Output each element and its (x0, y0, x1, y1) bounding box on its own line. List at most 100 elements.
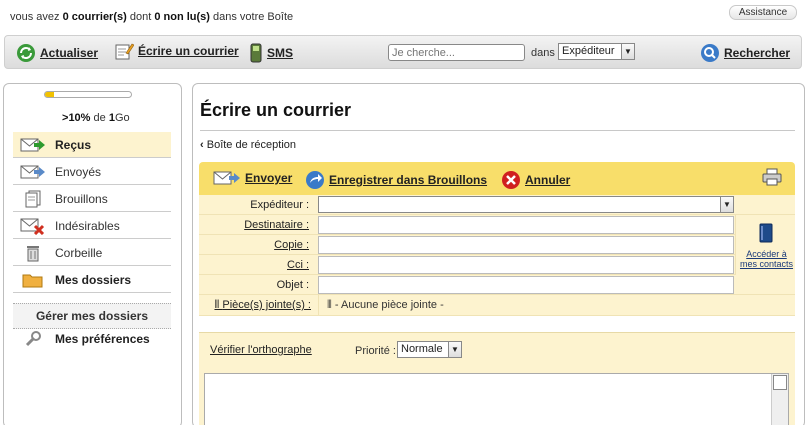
compose-button[interactable]: Écrire un courrier (114, 41, 239, 61)
sidebar-item-spam[interactable]: Indésirables (13, 213, 171, 239)
search-button-label: Rechercher (724, 46, 791, 60)
sidebar-item-inbox[interactable]: Reçus (13, 132, 171, 158)
bcc-row: Cci : (199, 255, 735, 275)
sidebar-item-label: Envoyés (55, 164, 102, 179)
priority-select[interactable]: Normale ▼ (397, 341, 462, 358)
scrollbar-thumb[interactable] (773, 375, 787, 390)
sidebar-item-label: Brouillons (55, 191, 108, 206)
address-book-icon (759, 223, 773, 243)
contacts-panel: Accéder à mes contacts (735, 215, 795, 275)
back-to-inbox-link[interactable]: ‹ Boîte de réception (200, 139, 296, 151)
quota-of: de (93, 112, 106, 124)
quota-unit: Go (114, 112, 130, 124)
trash-icon (27, 245, 39, 261)
search-scope-value: Expéditeur (562, 45, 615, 57)
summary-middle: dont (129, 11, 152, 23)
print-button[interactable] (762, 168, 782, 189)
sidebar-item-label: Indésirables (55, 218, 120, 233)
send-label: Envoyer (245, 171, 293, 185)
bcc-label-link[interactable]: Cci : (199, 259, 317, 271)
search-button[interactable]: Rechercher (700, 43, 790, 63)
back-link-label: Boîte de réception (206, 139, 297, 151)
cc-input[interactable] (318, 236, 734, 254)
compose-panel: Écrire un courrier ‹ Boîte de réception … (192, 83, 805, 425)
main-toolbar: Actualiser Écrire un courrier SMS dans E… (4, 35, 802, 69)
send-icon (213, 171, 240, 185)
sms-button[interactable]: SMS (249, 43, 293, 63)
cancel-icon (502, 171, 520, 189)
sidebar-item-sent[interactable]: Envoyés (13, 159, 171, 185)
attachments-label-link[interactable]: ⦀ Pièce(s) jointe(s) : (199, 299, 317, 312)
cancel-button[interactable]: Annuler (501, 170, 570, 190)
refresh-label: Actualiser (40, 46, 99, 60)
compose-label: Écrire un courrier (138, 44, 239, 58)
attachment-status: ⦀ - Aucune pièce jointe - (327, 299, 444, 311)
bcc-input[interactable] (318, 256, 734, 274)
chevron-down-icon: ▼ (621, 44, 634, 59)
compose-options-bar: Vérifier l'orthographe Priorité : Normal… (199, 332, 795, 365)
sent-icon (20, 165, 45, 178)
unread-count: 0 non lu(s) (154, 11, 210, 23)
from-label: Expéditeur : (250, 199, 309, 211)
subject-row: Objet : (199, 275, 795, 295)
to-input[interactable] (318, 216, 734, 234)
body-scrollbar[interactable] (771, 374, 788, 425)
assistance-button[interactable]: Assistance (729, 5, 797, 20)
folder-icon (22, 274, 43, 287)
quota-bar (44, 91, 132, 98)
sidebar-item-label: Mes préférences (55, 332, 150, 346)
refresh-icon (17, 44, 35, 62)
send-button[interactable]: Envoyer (213, 170, 292, 186)
attachments-row: ⦀ Pièce(s) jointe(s) : ⦀ - Aucune pièce … (199, 295, 795, 316)
sidebar: >10% de 1Go Reçus Envoyés Brouillons Ind… (3, 83, 182, 425)
cancel-label: Annuler (525, 173, 571, 187)
sms-label: SMS (267, 46, 294, 60)
search-input[interactable] (388, 44, 525, 61)
from-row: Expéditeur : ▼ (199, 195, 795, 215)
message-body-area (199, 365, 795, 425)
title-divider (200, 130, 795, 131)
page-title: Écrire un courrier (200, 100, 352, 120)
sidebar-item-label: Mes dossiers (55, 272, 132, 287)
sidebar-item-drafts[interactable]: Brouillons (13, 186, 171, 212)
from-select[interactable]: ▼ (318, 196, 734, 213)
sidebar-item-label: Corbeille (55, 245, 103, 260)
spam-icon (20, 218, 45, 235)
mail-count: 0 courrier(s) (62, 11, 127, 23)
inbox-icon (20, 138, 45, 151)
status-line: vous avez 0 courrier(s) dont 0 non lu(s)… (0, 0, 812, 34)
chevron-left-icon: ‹ (200, 139, 204, 151)
sidebar-item-preferences[interactable]: Mes préférences (13, 326, 171, 352)
mailbox-summary: vous avez 0 courrier(s) dont 0 non lu(s)… (10, 11, 293, 23)
search-scope-label: dans (531, 47, 555, 59)
printer-icon (762, 168, 782, 186)
cc-row: Copie : (199, 235, 735, 255)
cc-label-link[interactable]: Copie : (199, 239, 317, 251)
chevron-down-icon: ▼ (448, 342, 461, 357)
priority-label: Priorité : (355, 345, 396, 357)
save-draft-label: Enregistrer dans Brouillons (329, 173, 488, 187)
chevron-down-icon: ▼ (720, 197, 733, 212)
summary-prefix: vous avez (10, 11, 60, 23)
sidebar-item-label: Reçus (55, 137, 92, 152)
message-body-input[interactable] (204, 373, 789, 425)
quota-fill (45, 92, 54, 97)
save-draft-button[interactable]: Enregistrer dans Brouillons (305, 170, 487, 190)
spellcheck-link[interactable]: Vérifier l'orthographe (210, 344, 312, 356)
to-label-link[interactable]: Destinataire : (199, 219, 317, 231)
summary-suffix: dans votre Boîte (213, 11, 294, 23)
subject-label: Objet : (276, 279, 309, 291)
save-arrow-icon (306, 171, 324, 189)
compose-actions-bar: Envoyer Enregistrer dans Brouillons Annu… (199, 162, 795, 195)
magnifier-icon (701, 44, 719, 62)
paperclip-icon: ⦀ (327, 299, 335, 311)
search-scope-select[interactable]: Expéditeur ▼ (558, 43, 635, 60)
contacts-link[interactable]: Accéder à mes contacts (738, 249, 795, 269)
refresh-button[interactable]: Actualiser (16, 43, 98, 63)
sidebar-item-folders[interactable]: Mes dossiers (13, 267, 171, 293)
subject-input[interactable] (318, 276, 734, 294)
compose-icon (115, 43, 134, 60)
sidebar-item-trash[interactable]: Corbeille (13, 240, 171, 266)
quota-percent: 10% (68, 112, 91, 124)
drafts-icon (25, 190, 41, 207)
